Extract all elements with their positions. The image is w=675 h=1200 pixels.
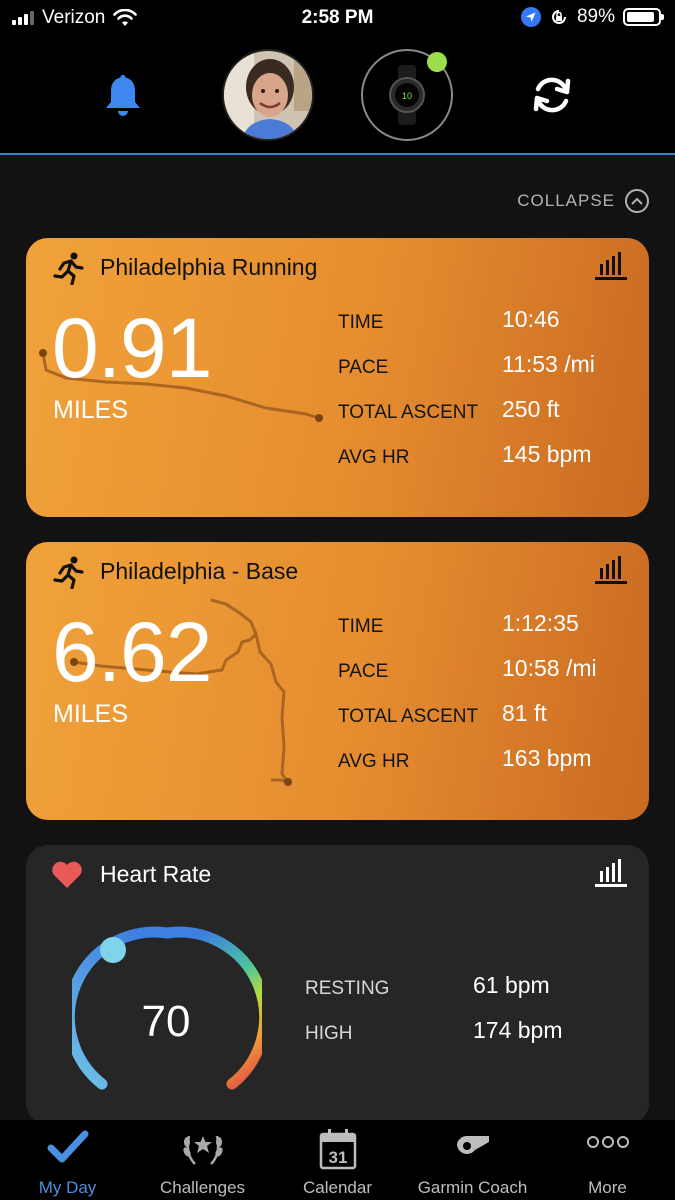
profile-avatar[interactable]	[222, 49, 314, 141]
bottom-tab-bar: My Day Challenges 31 Calendar Garmin Coa…	[0, 1120, 675, 1200]
stat-label: TIME	[338, 312, 384, 333]
stat-time: TIME 1:12:35	[338, 610, 638, 655]
activity-title: Philadelphia Running	[100, 254, 318, 280]
tab-calendar[interactable]: 31 Calendar	[270, 1120, 405, 1200]
stat-value: 250 ft	[502, 396, 560, 422]
stat-label: PACE	[338, 661, 389, 682]
device-connected-dot	[427, 52, 447, 72]
activity-card-philadelphia-base[interactable]: Philadelphia - Base 6.62 MILES TIME 1:12:…	[26, 542, 649, 820]
stat-avg-hr: AVG HR 145 bpm	[338, 441, 638, 486]
stat-total-ascent: TOTAL ASCENT 250 ft	[338, 396, 638, 441]
tab-challenges[interactable]: Challenges	[135, 1120, 270, 1200]
distance-value: 6.62	[52, 605, 212, 699]
running-icon	[53, 252, 84, 285]
stat-label: PACE	[338, 357, 389, 378]
stat-label: AVG HR	[338, 447, 410, 468]
tab-label: More	[588, 1178, 627, 1197]
distance-value: 0.91	[52, 301, 212, 395]
tab-label: Calendar	[303, 1178, 372, 1197]
tab-label: Challenges	[159, 1178, 246, 1197]
tab-label: My Day	[38, 1178, 97, 1197]
more-dots-icon	[586, 1136, 629, 1148]
status-right: 89%	[520, 6, 664, 28]
distance-unit: MILES	[53, 396, 129, 424]
stat-value: 61 bpm	[473, 972, 550, 998]
stat-high: HIGH 174 bpm	[305, 1017, 605, 1062]
heart-rate-stats: RESTING 61 bpm HIGH 174 bpm	[305, 972, 605, 1062]
svg-text:10: 10	[402, 91, 412, 101]
activity-stats: TIME 10:46 PACE 11:53 /mi TOTAL ASCENT 250 …	[338, 306, 638, 486]
stat-value: 81 ft	[502, 700, 547, 726]
stat-value: 174 bpm	[473, 1017, 563, 1043]
stat-value: 163 bpm	[502, 745, 592, 771]
tab-my-day[interactable]: My Day	[0, 1120, 135, 1200]
tab-more[interactable]: More	[540, 1120, 675, 1200]
tab-garmin-coach[interactable]: Garmin Coach	[405, 1120, 540, 1200]
heart-rate-title: Heart Rate	[100, 861, 212, 887]
whistle-icon	[456, 1135, 489, 1154]
location-arrow-icon	[520, 7, 541, 27]
calendar-date: 31	[328, 1148, 347, 1167]
activity-stats: TIME 1:12:35 PACE 10:58 /mi TOTAL ASCENT 81…	[338, 610, 638, 790]
collapse-button[interactable]: COLLAPSE	[517, 189, 649, 213]
stat-avg-hr: AVG HR 163 bpm	[338, 745, 638, 790]
status-bar: Verizon 2:58 PM 89%	[0, 0, 675, 36]
stat-label: TOTAL ASCENT	[338, 402, 479, 423]
stat-time: TIME 10:46	[338, 306, 638, 351]
avatar-photo	[224, 51, 312, 139]
stat-total-ascent: TOTAL ASCENT 81 ft	[338, 700, 638, 745]
stat-value: 145 bpm	[502, 441, 592, 467]
calendar-icon: 31	[319, 1129, 356, 1170]
heart-rate-card[interactable]: Heart Rate 70 RESTING 61 bpm HIGH 174 bpm	[26, 845, 649, 1125]
stat-label: AVG HR	[338, 751, 410, 772]
stat-resting: RESTING 61 bpm	[305, 972, 605, 1017]
laurel-icon	[182, 1135, 223, 1165]
heart-icon	[52, 861, 82, 888]
stat-value: 11:53 /mi	[502, 351, 595, 377]
stats-chart-icon[interactable]	[595, 252, 627, 280]
stat-value: 1:12:35	[502, 610, 579, 636]
sync-icon[interactable]	[530, 73, 574, 117]
tab-label: Garmin Coach	[417, 1178, 528, 1197]
activity-card-philadelphia-running[interactable]: Philadelphia Running 0.91 MILES TIME 10:4…	[26, 238, 649, 517]
running-icon	[53, 556, 84, 589]
rotation-lock-icon	[552, 10, 566, 24]
checkmark-icon	[47, 1130, 88, 1163]
stat-label: HIGH	[305, 1023, 353, 1044]
stat-value: 10:46	[502, 306, 560, 332]
stat-pace: PACE 10:58 /mi	[338, 655, 638, 700]
top-header: 10	[0, 36, 675, 155]
stat-value: 10:58 /mi	[502, 655, 597, 681]
battery-percent: 89%	[576, 6, 615, 27]
stat-label: TOTAL ASCENT	[338, 706, 479, 727]
activity-title: Philadelphia - Base	[100, 558, 299, 584]
stats-chart-icon[interactable]	[595, 859, 627, 887]
stats-chart-icon[interactable]	[595, 556, 627, 584]
chevron-up-icon	[625, 189, 649, 213]
stat-label: TIME	[338, 616, 384, 637]
collapse-label: COLLAPSE	[517, 191, 615, 210]
stat-label: RESTING	[305, 978, 390, 999]
battery-icon	[623, 8, 664, 26]
stat-pace: PACE 11:53 /mi	[338, 351, 638, 396]
bell-icon[interactable]	[103, 72, 143, 118]
distance-unit: MILES	[53, 700, 129, 728]
current-heart-rate: 70	[141, 997, 191, 1046]
